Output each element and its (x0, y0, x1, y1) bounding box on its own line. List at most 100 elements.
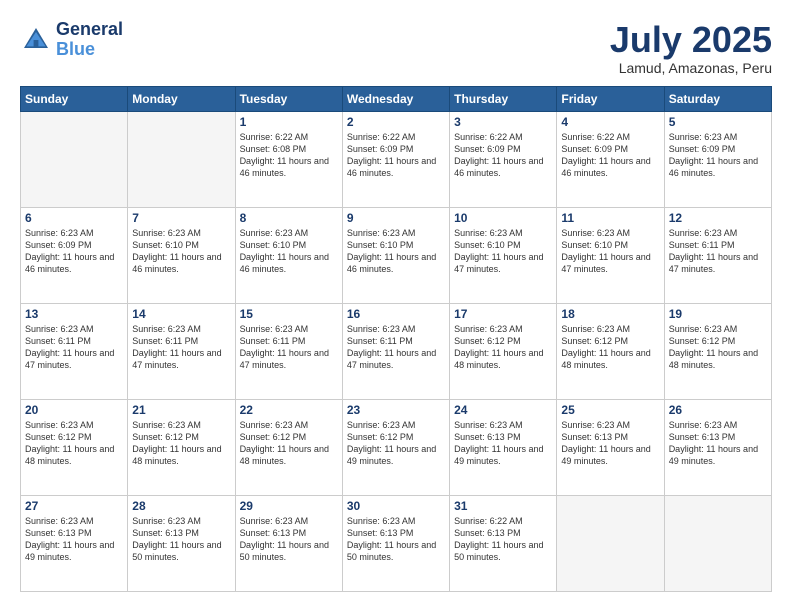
day-number: 30 (347, 499, 445, 513)
day-number: 28 (132, 499, 230, 513)
day-header-wednesday: Wednesday (342, 86, 449, 111)
day-info: Sunrise: 6:23 AM Sunset: 6:13 PM Dayligh… (240, 515, 338, 564)
day-info: Sunrise: 6:22 AM Sunset: 6:09 PM Dayligh… (454, 131, 552, 180)
calendar-cell: 20 Sunrise: 6:23 AM Sunset: 6:12 PM Dayli… (21, 399, 128, 495)
day-info: Sunrise: 6:23 AM Sunset: 6:13 PM Dayligh… (25, 515, 123, 564)
day-number: 18 (561, 307, 659, 321)
day-header-tuesday: Tuesday (235, 86, 342, 111)
day-info: Sunrise: 6:23 AM Sunset: 6:12 PM Dayligh… (347, 419, 445, 468)
day-info: Sunrise: 6:22 AM Sunset: 6:08 PM Dayligh… (240, 131, 338, 180)
title-block: July 2025 Lamud, Amazonas, Peru (610, 20, 772, 76)
day-info: Sunrise: 6:23 AM Sunset: 6:10 PM Dayligh… (347, 227, 445, 276)
day-header-friday: Friday (557, 86, 664, 111)
header-row: SundayMondayTuesdayWednesdayThursdayFrid… (21, 86, 772, 111)
month-title: July 2025 (610, 20, 772, 60)
day-info: Sunrise: 6:23 AM Sunset: 6:13 PM Dayligh… (132, 515, 230, 564)
day-number: 9 (347, 211, 445, 225)
day-info: Sunrise: 6:23 AM Sunset: 6:11 PM Dayligh… (132, 323, 230, 372)
week-row-2: 6 Sunrise: 6:23 AM Sunset: 6:09 PM Daylig… (21, 207, 772, 303)
day-header-monday: Monday (128, 86, 235, 111)
header: General Blue July 2025 Lamud, Amazonas, … (20, 20, 772, 76)
day-info: Sunrise: 6:23 AM Sunset: 6:13 PM Dayligh… (561, 419, 659, 468)
day-number: 1 (240, 115, 338, 129)
day-number: 29 (240, 499, 338, 513)
calendar-cell: 15Sunrise: 6:23 AM Sunset: 6:11 PM Dayli… (235, 303, 342, 399)
calendar-cell (128, 111, 235, 207)
calendar-cell: 7Sunrise: 6:23 AM Sunset: 6:10 PM Daylig… (128, 207, 235, 303)
day-number: 23 (347, 403, 445, 417)
day-header-thursday: Thursday (450, 86, 557, 111)
day-info: Sunrise: 6:23 AM Sunset: 6:11 PM Dayligh… (347, 323, 445, 372)
day-number: 20 (25, 403, 123, 417)
day-header-sunday: Sunday (21, 86, 128, 111)
page: General Blue July 2025 Lamud, Amazonas, … (0, 0, 792, 612)
calendar-cell: 21Sunrise: 6:23 AM Sunset: 6:12 PM Dayli… (128, 399, 235, 495)
day-number: 27 (25, 499, 123, 513)
calendar-cell (664, 495, 771, 591)
day-number: 13 (25, 307, 123, 321)
day-number: 6 (25, 211, 123, 225)
day-number: 10 (454, 211, 552, 225)
day-number: 21 (132, 403, 230, 417)
calendar-cell: 8 Sunrise: 6:23 AM Sunset: 6:10 PM Daylig… (235, 207, 342, 303)
day-info: Sunrise: 6:23 AM Sunset: 6:09 PM Dayligh… (669, 131, 767, 180)
calendar-cell: 9 Sunrise: 6:23 AM Sunset: 6:10 PM Daylig… (342, 207, 449, 303)
day-info: Sunrise: 6:23 AM Sunset: 6:12 PM Dayligh… (669, 323, 767, 372)
calendar-table: SundayMondayTuesdayWednesdayThursdayFrid… (20, 86, 772, 592)
calendar-cell: 28 Sunrise: 6:23 AM Sunset: 6:13 PM Dayli… (128, 495, 235, 591)
day-number: 26 (669, 403, 767, 417)
calendar-cell: 4 Sunrise: 6:22 AM Sunset: 6:09 PM Daylig… (557, 111, 664, 207)
logo: General Blue (20, 20, 123, 60)
calendar-header: SundayMondayTuesdayWednesdayThursdayFrid… (21, 86, 772, 111)
day-number: 12 (669, 211, 767, 225)
day-info: Sunrise: 6:23 AM Sunset: 6:10 PM Dayligh… (240, 227, 338, 276)
calendar-cell: 25Sunrise: 6:23 AM Sunset: 6:13 PM Dayli… (557, 399, 664, 495)
day-info: Sunrise: 6:22 AM Sunset: 6:13 PM Dayligh… (454, 515, 552, 564)
day-info: Sunrise: 6:23 AM Sunset: 6:13 PM Dayligh… (454, 419, 552, 468)
day-info: Sunrise: 6:23 AM Sunset: 6:11 PM Dayligh… (240, 323, 338, 372)
calendar-cell: 11Sunrise: 6:23 AM Sunset: 6:10 PM Dayli… (557, 207, 664, 303)
day-number: 31 (454, 499, 552, 513)
day-number: 24 (454, 403, 552, 417)
calendar-cell: 17Sunrise: 6:23 AM Sunset: 6:12 PM Dayli… (450, 303, 557, 399)
day-number: 4 (561, 115, 659, 129)
day-info: Sunrise: 6:23 AM Sunset: 6:13 PM Dayligh… (669, 419, 767, 468)
day-number: 16 (347, 307, 445, 321)
day-number: 5 (669, 115, 767, 129)
day-number: 17 (454, 307, 552, 321)
calendar-cell: 27 Sunrise: 6:23 AM Sunset: 6:13 PM Dayli… (21, 495, 128, 591)
week-row-5: 27 Sunrise: 6:23 AM Sunset: 6:13 PM Dayli… (21, 495, 772, 591)
day-info: Sunrise: 6:23 AM Sunset: 6:11 PM Dayligh… (669, 227, 767, 276)
calendar-cell: 29 Sunrise: 6:23 AM Sunset: 6:13 PM Dayli… (235, 495, 342, 591)
day-info: Sunrise: 6:23 AM Sunset: 6:10 PM Dayligh… (561, 227, 659, 276)
day-info: Sunrise: 6:23 AM Sunset: 6:09 PM Dayligh… (25, 227, 123, 276)
calendar-cell (557, 495, 664, 591)
day-number: 3 (454, 115, 552, 129)
calendar-cell: 13Sunrise: 6:23 AM Sunset: 6:11 PM Dayli… (21, 303, 128, 399)
calendar-cell: 14 Sunrise: 6:23 AM Sunset: 6:11 PM Dayli… (128, 303, 235, 399)
calendar-cell (21, 111, 128, 207)
calendar-cell: 6 Sunrise: 6:23 AM Sunset: 6:09 PM Daylig… (21, 207, 128, 303)
logo-line2: Blue (56, 39, 95, 59)
day-number: 7 (132, 211, 230, 225)
calendar-cell: 24 Sunrise: 6:23 AM Sunset: 6:13 PM Dayli… (450, 399, 557, 495)
calendar-cell: 1 Sunrise: 6:22 AM Sunset: 6:08 PM Daylig… (235, 111, 342, 207)
calendar-cell: 2Sunrise: 6:22 AM Sunset: 6:09 PM Daylig… (342, 111, 449, 207)
week-row-3: 13 Sunrise: 6:23 AM Sunset: 6:11 PM Dayli… (21, 303, 772, 399)
calendar-cell: 5 Sunrise: 6:23 AM Sunset: 6:09 PM Daylig… (664, 111, 771, 207)
day-info: Sunrise: 6:22 AM Sunset: 6:09 PM Dayligh… (347, 131, 445, 180)
day-info: Sunrise: 6:23 AM Sunset: 6:12 PM Dayligh… (561, 323, 659, 372)
calendar-cell: 31 Sunrise: 6:22 AM Sunset: 6:13 PM Dayli… (450, 495, 557, 591)
calendar-cell: 19Sunrise: 6:23 AM Sunset: 6:12 PM Dayli… (664, 303, 771, 399)
week-row-4: 20 Sunrise: 6:23 AM Sunset: 6:12 PM Dayli… (21, 399, 772, 495)
calendar-cell: 3 Sunrise: 6:22 AM Sunset: 6:09 PM Daylig… (450, 111, 557, 207)
day-number: 14 (132, 307, 230, 321)
calendar-body: 1 Sunrise: 6:22 AM Sunset: 6:08 PM Daylig… (21, 111, 772, 591)
day-info: Sunrise: 6:23 AM Sunset: 6:13 PM Dayligh… (347, 515, 445, 564)
day-info: Sunrise: 6:23 AM Sunset: 6:12 PM Dayligh… (240, 419, 338, 468)
calendar-cell: 22Sunrise: 6:23 AM Sunset: 6:12 PM Dayli… (235, 399, 342, 495)
day-info: Sunrise: 6:22 AM Sunset: 6:09 PM Dayligh… (561, 131, 659, 180)
day-number: 8 (240, 211, 338, 225)
day-info: Sunrise: 6:23 AM Sunset: 6:12 PM Dayligh… (25, 419, 123, 468)
calendar-cell: 16 Sunrise: 6:23 AM Sunset: 6:11 PM Dayli… (342, 303, 449, 399)
